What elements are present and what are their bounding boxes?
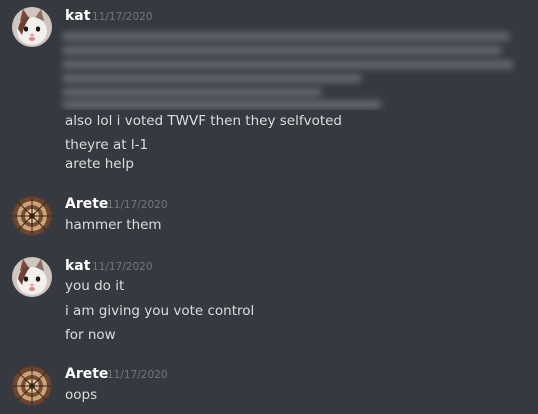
message-line: hammer them: [65, 217, 162, 233]
message-line: also lol i voted TWVF then they selfvote…: [65, 113, 342, 129]
blurred-message-content: [58, 26, 516, 110]
message-timestamp: 11/17/2020: [107, 199, 168, 211]
message-timestamp: 11/17/2020: [92, 11, 153, 23]
mandala-avatar-icon[interactable]: [12, 196, 52, 236]
message-group: Arete 11/17/2020 hammer them: [0, 190, 538, 240]
author-name[interactable]: Arete: [65, 196, 108, 212]
message-line: arete help: [65, 156, 134, 172]
message-timestamp: 11/17/2020: [107, 369, 168, 381]
message-group: kat 11/17/2020 also lol i voted TWVF the…: [0, 0, 538, 180]
cat-avatar-icon[interactable]: [12, 257, 52, 297]
message-line: theyre at l-1: [65, 137, 149, 153]
message-group: Arete 11/17/2020 oops: [0, 360, 538, 414]
message-group: kat 11/17/2020 you do it i am giving you…: [0, 251, 538, 347]
message-line: i am giving you vote control: [65, 303, 255, 319]
author-name[interactable]: Arete: [65, 366, 108, 382]
message-line: for now: [65, 327, 116, 343]
author-name[interactable]: kat: [65, 8, 90, 24]
message-line: you do it: [65, 278, 125, 294]
mandala-avatar-icon[interactable]: [12, 366, 52, 406]
message-timestamp: 11/17/2020: [92, 261, 153, 273]
message-line: oops: [65, 387, 98, 403]
author-name[interactable]: kat: [65, 258, 90, 274]
cat-avatar-icon[interactable]: [12, 7, 52, 47]
